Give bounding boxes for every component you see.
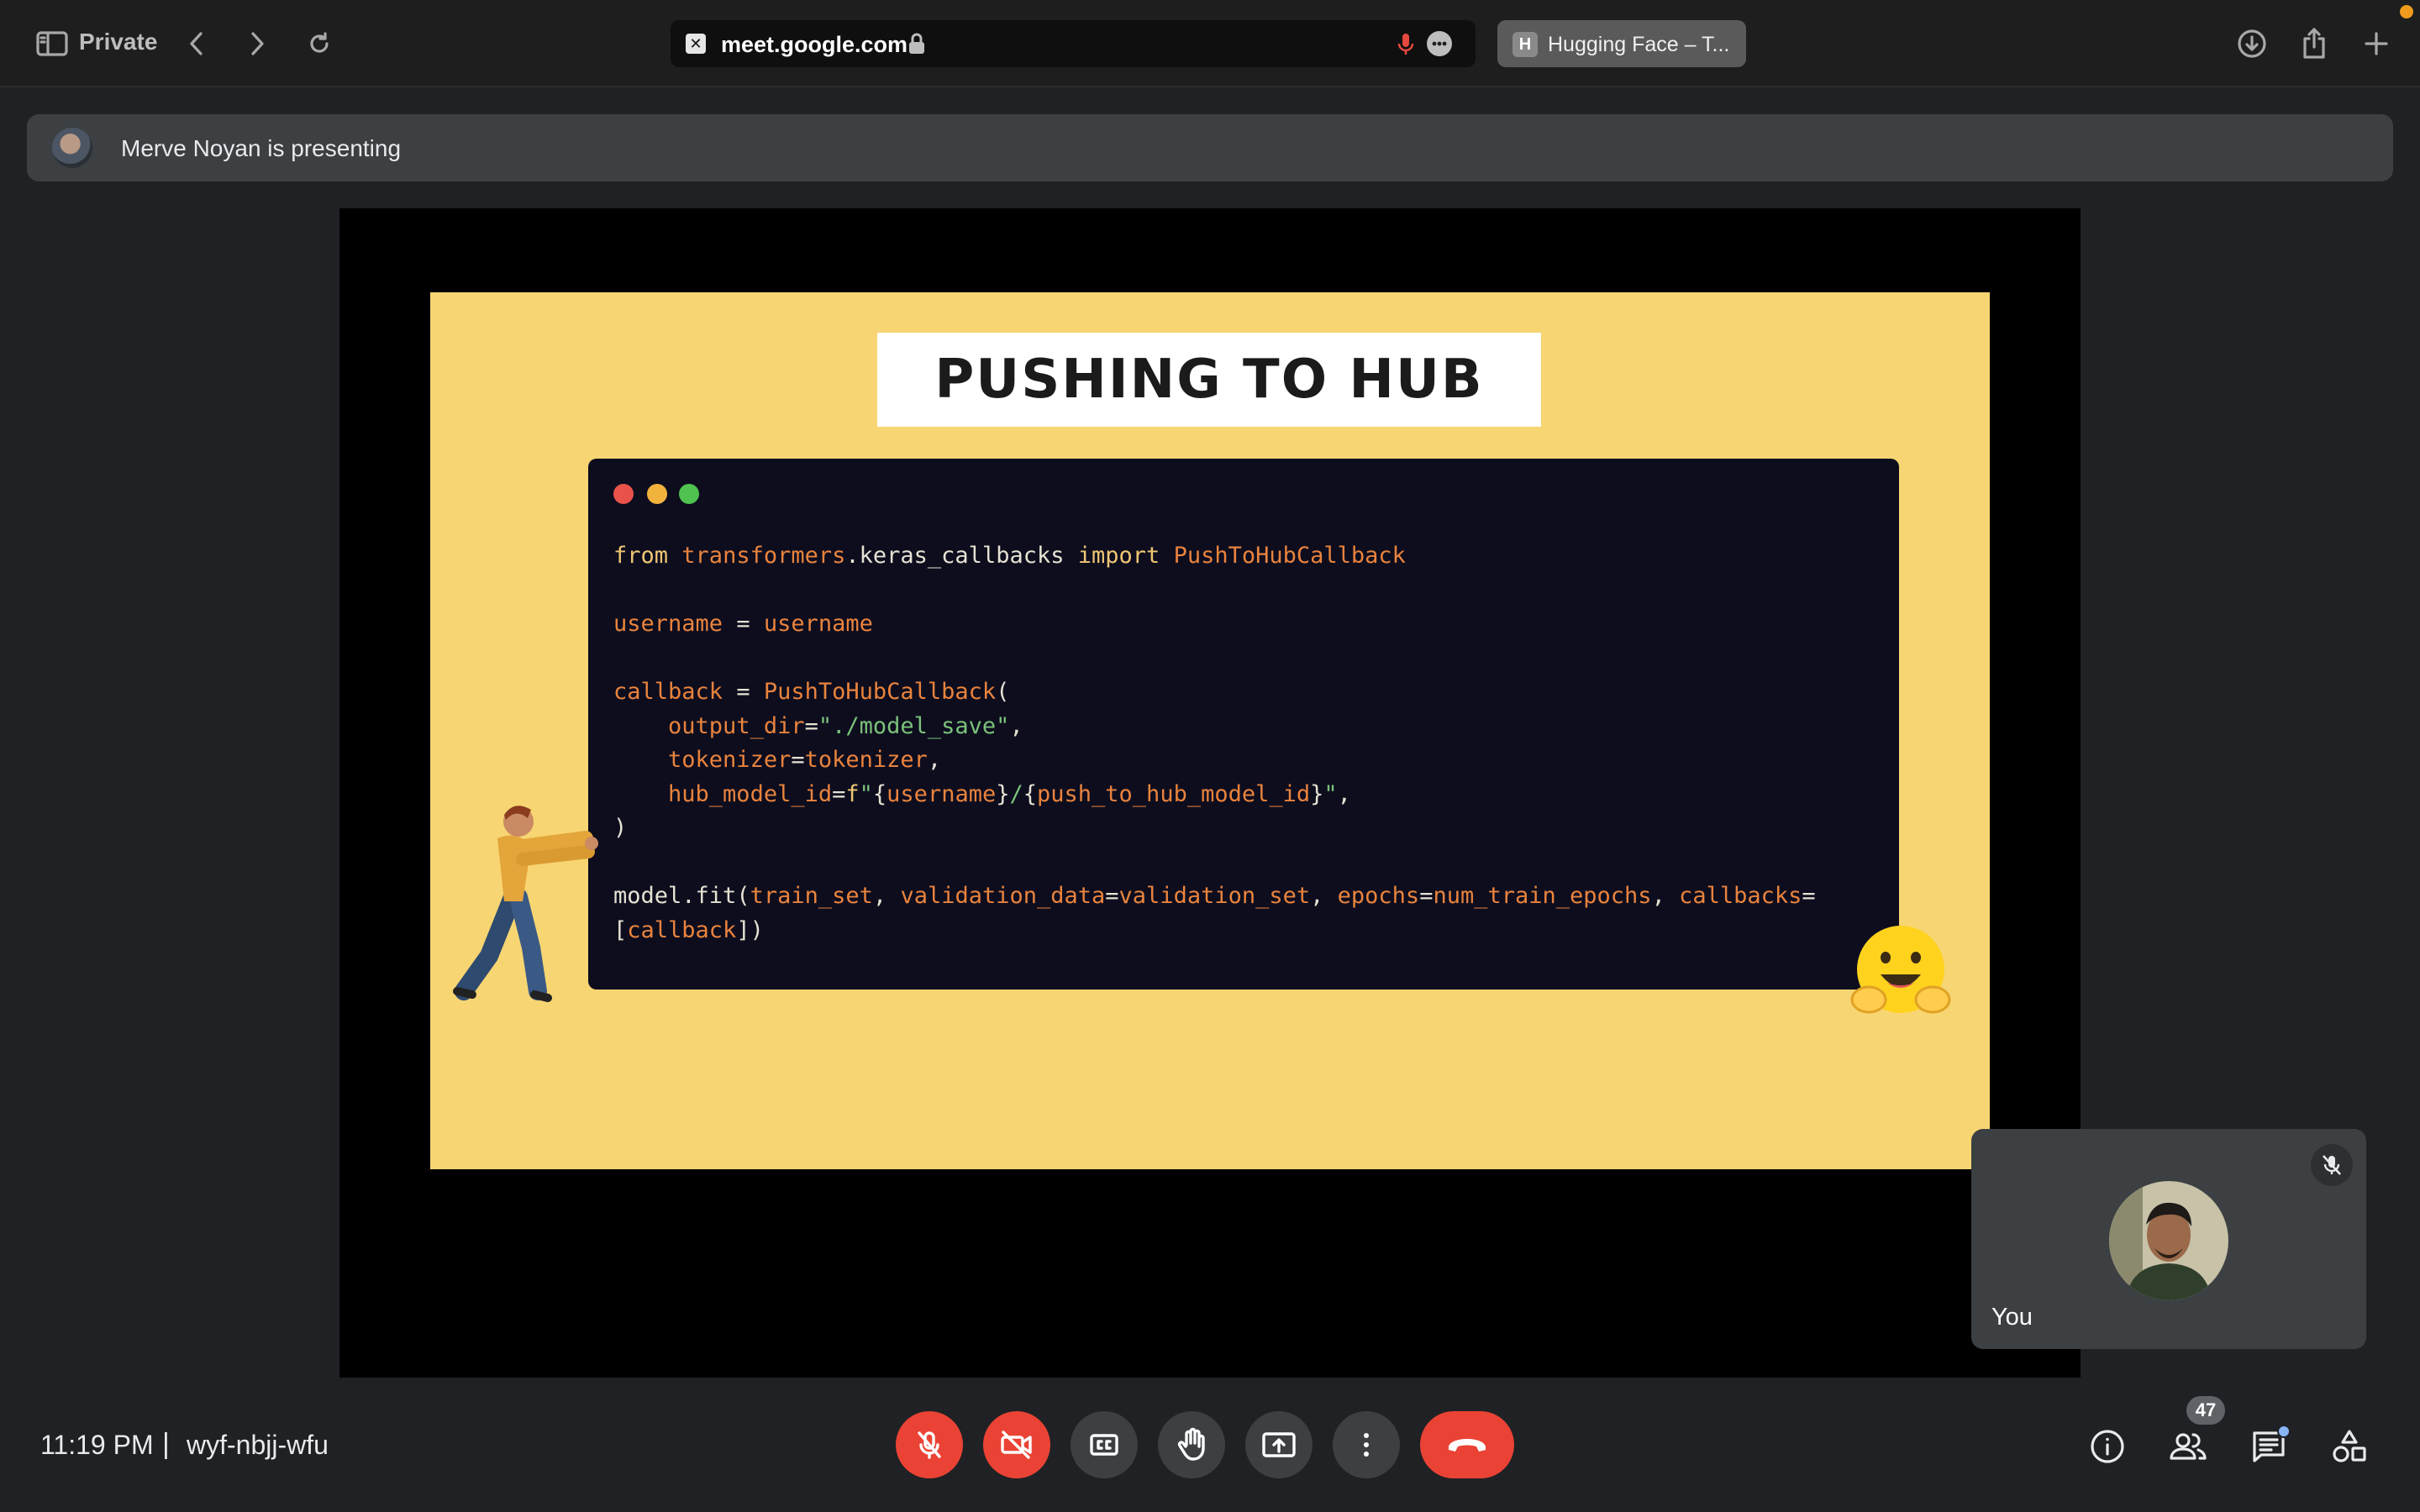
reload-button[interactable] — [302, 22, 336, 66]
chat-unread-dot — [2277, 1425, 2291, 1438]
self-view-tile[interactable]: You — [1971, 1129, 2366, 1349]
leave-call-button[interactable] — [1420, 1411, 1514, 1478]
present-screen-button[interactable] — [1245, 1411, 1313, 1478]
downloads-button[interactable] — [2233, 22, 2270, 66]
info-icon — [2091, 1430, 2124, 1463]
code-block: from transformers.keras_callbacks import… — [613, 539, 1816, 948]
self-muted-indicator — [2311, 1144, 2353, 1186]
presenting-text: Merve Noyan is presenting — [121, 135, 402, 161]
forward-button[interactable] — [240, 22, 274, 66]
participant-count-badge: 47 — [2186, 1396, 2225, 1425]
slide: PUSHING TO HUB from transformers.keras_c… — [430, 292, 1990, 1169]
toggle-microphone-button[interactable] — [896, 1411, 963, 1478]
present-screen-icon — [1262, 1432, 1296, 1457]
code-line: from transformers.keras_callbacks import… — [613, 543, 1406, 569]
new-tab-button[interactable] — [2358, 22, 2395, 66]
presentation-stage: PUSHING TO HUB from transformers.keras_c… — [339, 208, 2081, 1378]
self-avatar — [2109, 1181, 2228, 1300]
code-line: tokenizer=tokenizer, — [668, 747, 942, 773]
lock-icon — [909, 33, 924, 54]
share-button[interactable] — [2296, 22, 2333, 66]
address-text: meet.google.com — [721, 32, 908, 57]
activities-button[interactable] — [2328, 1425, 2371, 1468]
private-label: Private — [79, 29, 158, 55]
raise-hand-button[interactable] — [1158, 1411, 1225, 1478]
presenting-banner: Merve Noyan is presenting — [27, 114, 2393, 181]
notification-dot — [2400, 5, 2413, 18]
sidebar-toggle-button[interactable] — [32, 22, 72, 66]
code-line: [callback]) — [613, 916, 764, 943]
reload-icon — [310, 32, 329, 53]
chevron-left-icon — [190, 32, 203, 55]
microphone-icon[interactable] — [1397, 32, 1415, 57]
ellipsis-icon — [1432, 41, 1447, 46]
tab-title: Hugging Face – T... — [1548, 33, 1730, 56]
code-line: output_dir="./model_save", — [668, 712, 1023, 739]
meeting-code: wyf-nbjj-wfu — [187, 1430, 329, 1460]
slide-title: PUSHING TO HUB — [934, 349, 1484, 411]
self-name-label: You — [1991, 1304, 2033, 1331]
toggle-camera-button[interactable] — [983, 1411, 1050, 1478]
people-button[interactable] — [2166, 1425, 2210, 1468]
minimize-dot — [647, 484, 667, 504]
address-bar[interactable]: ✕ meet.google.com — [671, 20, 1476, 67]
people-icon — [2170, 1433, 2207, 1460]
back-button[interactable] — [180, 22, 213, 66]
code-line: model.fit(train_set, validation_data=val… — [613, 883, 1816, 909]
share-icon — [2303, 28, 2325, 59]
captions-button[interactable] — [1071, 1411, 1138, 1478]
chevron-right-icon — [251, 32, 264, 55]
code-window: from transformers.keras_callbacks import… — [588, 459, 1899, 990]
camera-off-icon — [1001, 1431, 1032, 1459]
page-menu-button[interactable] — [1427, 31, 1452, 56]
sidebar-icon — [36, 31, 68, 56]
presenter-avatar — [52, 128, 92, 168]
code-line: ) — [613, 815, 628, 841]
more-options-button[interactable] — [1333, 1411, 1400, 1478]
mic-off-icon — [2323, 1155, 2341, 1175]
zoom-dot — [679, 484, 699, 504]
hugging-face-emoji — [1850, 926, 1951, 1014]
meeting-time: 11:19 PM — [40, 1430, 154, 1460]
hang-up-icon — [1449, 1439, 1486, 1452]
tab-favicon: H — [1512, 32, 1538, 57]
slide-title-box: PUSHING TO HUB — [877, 333, 1541, 427]
meeting-controls-bar: 11:19 PM | wyf-nbjj-wfu 47 — [0, 1378, 2420, 1512]
more-vert-icon — [1364, 1433, 1369, 1457]
closed-captions-icon — [1090, 1434, 1118, 1456]
code-line: hub_model_id=f"{username}/{push_to_hub_m… — [668, 780, 1351, 807]
close-dot — [613, 484, 634, 504]
code-line: callback = PushToHubCallback( — [613, 679, 1010, 705]
download-icon — [2238, 29, 2266, 58]
plus-icon — [2365, 32, 2388, 55]
code-line: username = username — [613, 611, 873, 637]
site-favicon-icon: ✕ — [686, 34, 706, 54]
mic-off-icon — [918, 1431, 941, 1459]
man-pushing-illustration — [453, 806, 598, 1002]
activities-icon — [2333, 1430, 2366, 1462]
time-code-separator: | — [162, 1428, 170, 1460]
tab-hugging-face[interactable]: H Hugging Face – T... — [1497, 20, 1746, 67]
browser-toolbar: Private ✕ meet.google.com H Hugging Face — [0, 0, 2420, 87]
raise-hand-icon — [1177, 1427, 1205, 1461]
meeting-details-button[interactable] — [2086, 1425, 2129, 1468]
